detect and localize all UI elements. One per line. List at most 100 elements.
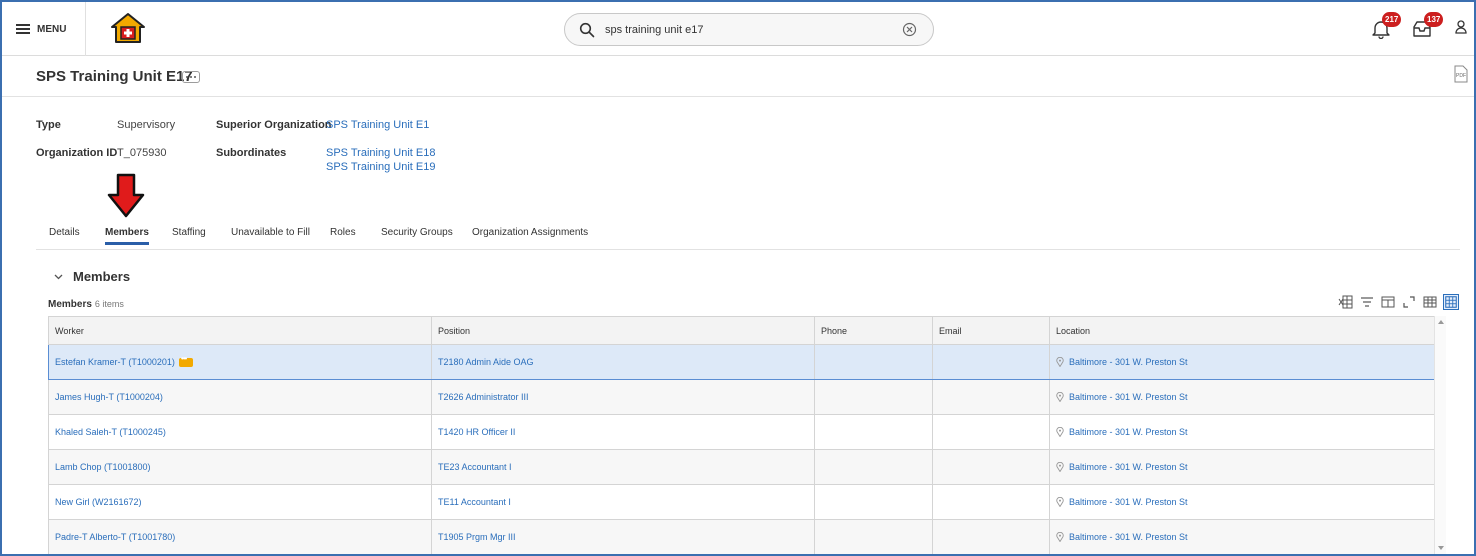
location-link[interactable]: Baltimore - 301 W. Preston St: [1069, 497, 1188, 507]
grid-toolbar: [1338, 294, 1459, 310]
location-cell[interactable]: Baltimore - 301 W. Preston St: [1049, 379, 1435, 415]
email-cell: [932, 449, 1050, 485]
phone-cell: [814, 449, 933, 485]
menu-label: MENU: [37, 23, 67, 35]
position-link[interactable]: TE23 Accountant I: [431, 449, 815, 485]
tab-staffing[interactable]: Staffing: [172, 227, 206, 238]
location-cell[interactable]: Baltimore - 301 W. Preston St: [1049, 484, 1435, 520]
tab-bar: Details Members Staffing Unavailable to …: [36, 224, 1460, 250]
members-section-header[interactable]: Members: [54, 269, 130, 284]
scroll-up-icon[interactable]: [1438, 320, 1444, 324]
worker-link[interactable]: Lamb Chop (T1001800): [48, 449, 432, 485]
table-row[interactable]: Estefan Kramer-T (T1000201) T2180 Admin …: [48, 344, 1435, 380]
tab-details[interactable]: Details: [49, 227, 80, 238]
columns-icon[interactable]: [1380, 294, 1396, 310]
related-actions-button[interactable]: [182, 71, 200, 83]
location-link[interactable]: Baltimore - 301 W. Preston St: [1069, 462, 1188, 472]
table-row[interactable]: Khaled Saleh-T (T1000245) T1420 HR Offic…: [48, 414, 1435, 450]
position-link[interactable]: T1905 Prgm Mgr III: [431, 519, 815, 554]
search-icon: [579, 22, 595, 37]
subordinates-label: Subordinates: [216, 147, 287, 159]
members-table: Worker Position Phone Email Location Est…: [48, 316, 1435, 554]
page-header: SPS Training Unit E17 PDF: [2, 57, 1474, 97]
position-link[interactable]: T2180 Admin Aide OAG: [431, 344, 815, 380]
pdf-icon[interactable]: PDF: [1454, 65, 1468, 83]
position-link[interactable]: TE11 Accountant I: [431, 484, 815, 520]
tab-unavailable-to-fill[interactable]: Unavailable to Fill: [231, 227, 310, 238]
app-window: MENU sps training unit e17 217 137 SPS T…: [0, 0, 1476, 556]
email-cell: [932, 344, 1050, 380]
column-header-worker[interactable]: Worker: [48, 316, 432, 345]
search-bar[interactable]: sps training unit e17: [564, 13, 934, 46]
inbox-button[interactable]: 137: [1412, 12, 1444, 40]
section-title: Members: [73, 269, 131, 284]
position-link[interactable]: T2626 Administrator III: [431, 379, 815, 415]
home-logo-icon[interactable]: [110, 12, 146, 44]
table-row[interactable]: New Girl (W2161672) TE11 Accountant I Ba…: [48, 484, 1435, 520]
search-input[interactable]: sps training unit e17: [605, 24, 902, 36]
location-pin-icon: [1056, 427, 1064, 438]
table-view-icon[interactable]: [1422, 294, 1438, 310]
worker-link[interactable]: Padre-T Alberto-T (T1001780): [48, 519, 432, 554]
column-header-email[interactable]: Email: [932, 316, 1050, 345]
worker-link[interactable]: New Girl (W2161672): [48, 484, 432, 520]
table-row[interactable]: Lamb Chop (T1001800) TE23 Accountant I B…: [48, 449, 1435, 485]
organization-id-value: T_075930: [117, 147, 167, 159]
location-pin-icon: [1056, 392, 1064, 403]
chevron-down-icon: [54, 274, 63, 280]
location-link[interactable]: Baltimore - 301 W. Preston St: [1069, 357, 1188, 367]
phone-cell: [814, 344, 933, 380]
tab-organization-assignments[interactable]: Organization Assignments: [472, 227, 588, 238]
hamburger-icon: [16, 24, 30, 34]
location-link[interactable]: Baltimore - 301 W. Preston St: [1069, 427, 1188, 437]
column-header-phone[interactable]: Phone: [814, 316, 933, 345]
notifications-badge: 217: [1382, 12, 1402, 27]
email-cell: [932, 414, 1050, 450]
related-actions-icon[interactable]: [178, 354, 193, 368]
scroll-down-icon[interactable]: [1438, 546, 1444, 550]
subordinate-link[interactable]: SPS Training Unit E19: [326, 161, 435, 173]
table-row[interactable]: Padre-T Alberto-T (T1001780) T1905 Prgm …: [48, 519, 1435, 554]
export-excel-icon[interactable]: [1338, 294, 1354, 310]
profile-icon[interactable]: [1455, 20, 1467, 34]
tab-roles[interactable]: Roles: [330, 227, 356, 238]
tab-security-groups[interactable]: Security Groups: [381, 227, 453, 238]
organization-id-label: Organization ID: [36, 147, 118, 159]
location-cell[interactable]: Baltimore - 301 W. Preston St: [1049, 344, 1435, 380]
page-title: SPS Training Unit E17: [36, 68, 193, 85]
filter-icon[interactable]: [1359, 294, 1375, 310]
location-pin-icon: [1056, 357, 1064, 368]
type-label: Type: [36, 119, 61, 131]
location-cell[interactable]: Baltimore - 301 W. Preston St: [1049, 519, 1435, 554]
grid-view-icon[interactable]: [1443, 294, 1459, 310]
location-link[interactable]: Baltimore - 301 W. Preston St: [1069, 392, 1188, 402]
table-row[interactable]: James Hugh-T (T1000204) T2626 Administra…: [48, 379, 1435, 415]
inbox-badge: 137: [1424, 12, 1444, 27]
menu-button[interactable]: MENU: [2, 2, 86, 56]
notifications-button[interactable]: 217: [1372, 12, 1402, 40]
pdf-label: PDF: [1456, 73, 1466, 79]
worker-cell[interactable]: Estefan Kramer-T (T1000201): [48, 344, 432, 380]
worker-link[interactable]: Khaled Saleh-T (T1000245): [48, 414, 432, 450]
fullscreen-icon[interactable]: [1401, 294, 1417, 310]
phone-cell: [814, 519, 933, 554]
location-cell[interactable]: Baltimore - 301 W. Preston St: [1049, 414, 1435, 450]
global-header: MENU sps training unit e17 217 137: [2, 2, 1474, 56]
grid-title: Members: [48, 299, 92, 310]
clear-search-icon[interactable]: [902, 22, 917, 37]
worker-link[interactable]: James Hugh-T (T1000204): [48, 379, 432, 415]
grid-item-count: 6 items: [94, 299, 124, 309]
phone-cell: [814, 414, 933, 450]
column-header-location[interactable]: Location: [1049, 316, 1435, 345]
position-link[interactable]: T1420 HR Officer II: [431, 414, 815, 450]
red-arrow-annotation: [107, 173, 145, 218]
table-scrollbar[interactable]: [1434, 316, 1446, 554]
location-link[interactable]: Baltimore - 301 W. Preston St: [1069, 532, 1188, 542]
subordinate-link[interactable]: SPS Training Unit E18: [326, 147, 435, 159]
email-cell: [932, 484, 1050, 520]
location-cell[interactable]: Baltimore - 301 W. Preston St: [1049, 449, 1435, 485]
column-header-position[interactable]: Position: [431, 316, 815, 345]
superior-organization-link[interactable]: SPS Training Unit E1: [326, 119, 429, 131]
tab-members[interactable]: Members: [105, 227, 149, 245]
worker-link[interactable]: Estefan Kramer-T (T1000201): [55, 357, 175, 367]
